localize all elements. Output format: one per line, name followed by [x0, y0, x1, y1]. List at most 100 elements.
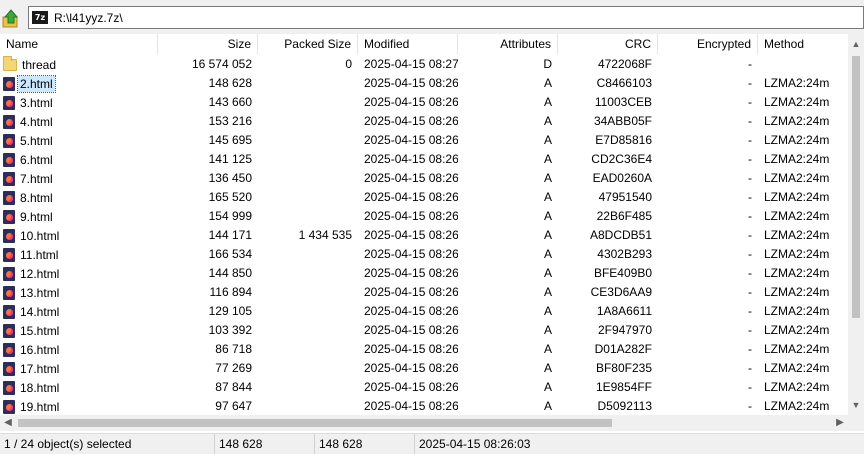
encrypted-cell: -: [748, 380, 752, 394]
encrypted-cell: -: [748, 361, 752, 375]
name-cell: 7.html: [0, 169, 158, 188]
table-row[interactable]: 3.html 143 660 2025-04-15 08:26 A 11003C…: [0, 93, 848, 112]
method-cell: LZMA2:24m: [764, 323, 830, 337]
table-row[interactable]: 13.html 116 894 2025-04-15 08:26 A CE3D6…: [0, 283, 848, 302]
table-row[interactable]: 4.html 153 216 2025-04-15 08:26 A 34ABB0…: [0, 112, 848, 131]
table-row[interactable]: 17.html 77 269 2025-04-15 08:26 A BF80F2…: [0, 359, 848, 378]
crc-cell: CD2C36E4: [591, 152, 652, 166]
size-cell: 154 999: [208, 209, 252, 223]
name-cell: 16.html: [0, 340, 158, 359]
column-header-crc[interactable]: CRC: [558, 34, 658, 54]
encrypted-cell: -: [748, 304, 752, 318]
vertical-scroll-thumb[interactable]: [852, 56, 860, 318]
scroll-up-icon[interactable]: ▲: [848, 36, 864, 52]
packed-size-cell: 0: [345, 57, 352, 71]
scroll-left-icon[interactable]: ◀: [0, 415, 16, 431]
status-size: 148 628: [214, 434, 314, 454]
encrypted-cell: -: [748, 228, 752, 242]
horizontal-scroll-thumb[interactable]: [18, 419, 612, 427]
html-file-icon: [3, 114, 15, 129]
table-row[interactable]: 15.html 103 392 2025-04-15 08:26 A 2F947…: [0, 321, 848, 340]
packed-size-cell: [258, 283, 358, 302]
modified-cell: 2025-04-15 08:26: [364, 133, 458, 147]
modified-cell: 2025-04-15 08:26: [364, 304, 458, 318]
scroll-right-icon[interactable]: ▶: [832, 415, 848, 431]
table-row[interactable]: 5.html 145 695 2025-04-15 08:26 A E7D858…: [0, 131, 848, 150]
attributes-cell: A: [543, 228, 552, 242]
size-cell: 143 660: [208, 95, 252, 109]
column-header: Name Size Packed Size Modified Attribute…: [0, 34, 848, 54]
table-row[interactable]: 6.html 141 125 2025-04-15 08:26 A CD2C36…: [0, 150, 848, 169]
table-row[interactable]: 2.html 148 628 2025-04-15 08:26 A C84661…: [0, 74, 848, 93]
file-name: 3.html: [20, 95, 53, 110]
method-cell: LZMA2:24m: [764, 266, 830, 280]
packed-size-cell: [258, 340, 358, 359]
column-header-name[interactable]: Name: [0, 34, 158, 54]
table-row[interactable]: 9.html 154 999 2025-04-15 08:26 A 22B6F4…: [0, 207, 848, 226]
name-cell: 5.html: [0, 131, 158, 150]
html-file-icon: [3, 190, 15, 205]
name-cell: 13.html: [0, 283, 158, 302]
file-name: 14.html: [20, 304, 60, 319]
status-packed-size: 148 628: [314, 434, 414, 454]
html-file-icon: [3, 304, 15, 319]
table-row[interactable]: 14.html 129 105 2025-04-15 08:26 A 1A8A6…: [0, 302, 848, 321]
html-file-icon: [3, 95, 15, 110]
modified-cell: 2025-04-15 08:26: [364, 228, 458, 242]
attributes-cell: A: [543, 323, 552, 337]
table-row[interactable]: 8.html 165 520 2025-04-15 08:26 A 479515…: [0, 188, 848, 207]
horizontal-scrollbar[interactable]: ◀ ▶: [0, 415, 848, 431]
packed-size-cell: [258, 207, 358, 226]
crc-cell: 11003CEB: [594, 95, 652, 109]
column-header-size[interactable]: Size: [158, 34, 258, 54]
table-row[interactable]: 18.html 87 844 2025-04-15 08:26 A 1E9854…: [0, 378, 848, 397]
up-folder-arrow-icon[interactable]: [2, 8, 20, 28]
html-file-icon: [3, 152, 15, 167]
encrypted-cell: -: [748, 190, 752, 204]
scroll-down-icon[interactable]: ▼: [848, 397, 864, 413]
attributes-cell: A: [543, 133, 552, 147]
column-header-method[interactable]: Method: [758, 34, 848, 54]
name-cell: 2.html: [0, 74, 158, 93]
crc-cell: 4302B293: [597, 247, 652, 261]
size-cell: 144 850: [208, 266, 252, 280]
packed-size-cell: [258, 245, 358, 264]
html-file-icon: [3, 399, 15, 414]
table-row[interactable]: 12.html 144 850 2025-04-15 08:26 A BFE40…: [0, 264, 848, 283]
column-header-packed-size[interactable]: Packed Size: [258, 34, 358, 54]
table-row[interactable]: thread 16 574 052 0 2025-04-15 08:27 D 4…: [0, 55, 848, 74]
name-cell: 14.html: [0, 302, 158, 321]
encrypted-cell: -: [748, 399, 752, 413]
packed-size-cell: 1 434 535: [298, 228, 352, 242]
crc-cell: 47951540: [598, 190, 652, 204]
table-row[interactable]: 10.html 144 171 1 434 535 2025-04-15 08:…: [0, 226, 848, 245]
packed-size-cell: [258, 264, 358, 283]
table-row[interactable]: 16.html 86 718 2025-04-15 08:26 A D01A28…: [0, 340, 848, 359]
table-row[interactable]: 11.html 166 534 2025-04-15 08:26 A 4302B…: [0, 245, 848, 264]
file-name: 13.html: [20, 285, 60, 300]
encrypted-cell: -: [748, 171, 752, 185]
attributes-cell: A: [543, 380, 552, 394]
size-cell: 116 894: [209, 285, 253, 299]
column-header-encrypted[interactable]: Encrypted: [658, 34, 758, 54]
method-cell: LZMA2:24m: [764, 304, 830, 318]
modified-cell: 2025-04-15 08:26: [364, 361, 458, 375]
name-cell: 6.html: [0, 150, 158, 169]
file-name: thread: [22, 57, 57, 72]
html-file-icon: [3, 323, 15, 338]
method-cell: LZMA2:24m: [764, 152, 830, 166]
address-input[interactable]: 7z R:\l41yyz.7z\: [28, 6, 864, 29]
vertical-scrollbar[interactable]: ▲ ▼: [848, 34, 864, 415]
attributes-cell: D: [543, 57, 552, 71]
attributes-cell: A: [543, 285, 552, 299]
size-cell: 16 574 052: [191, 57, 252, 71]
html-file-icon: [3, 133, 15, 148]
table-row[interactable]: 7.html 136 450 2025-04-15 08:26 A EAD026…: [0, 169, 848, 188]
size-cell: 145 695: [208, 133, 252, 147]
column-header-attributes[interactable]: Attributes: [458, 34, 558, 54]
status-bar: 1 / 24 object(s) selected 148 628 148 62…: [0, 433, 864, 454]
table-row[interactable]: 19.html 97 647 2025-04-15 08:26 A D50921…: [0, 397, 848, 415]
column-header-modified[interactable]: Modified: [358, 34, 458, 54]
crc-cell: 34ABB05F: [593, 114, 652, 128]
size-cell: 144 171: [208, 228, 252, 242]
